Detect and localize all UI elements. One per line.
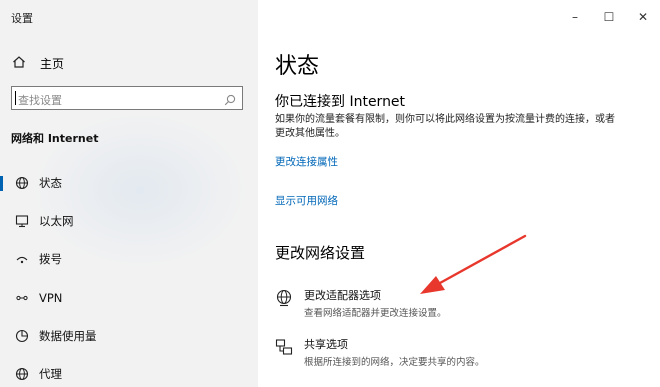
- settings-window: 设置 主页 查找设置 网络和 Internet 状态 以太网 拨号 VPN 数据…: [0, 0, 660, 387]
- annotation-arrow: [420, 234, 527, 294]
